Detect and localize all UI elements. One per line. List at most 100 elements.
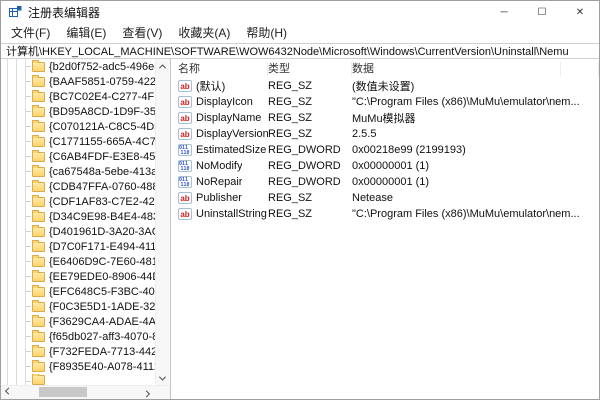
tree-item[interactable]: {CDB47FFA-0760-4888 (1, 179, 155, 194)
value-row[interactable]: DisplayName REG_SZ MuMu模拟器 (171, 110, 599, 126)
tree-item-label: {E6406D9C-7E60-4819 (49, 256, 155, 268)
address-bar[interactable]: 计算机\HKEY_LOCAL_MACHINE\SOFTWARE\WOW6432N… (1, 43, 599, 59)
folder-icon (32, 242, 45, 252)
titlebar: 注册表编辑器 ─ ☐ ✕ (1, 1, 599, 23)
menu-help[interactable]: 帮助(H) (238, 23, 295, 43)
reg-dword-icon (178, 160, 192, 172)
tree-item[interactable]: {f65db027-aff3-4070-8 (1, 329, 155, 344)
value-row[interactable]: NoModify REG_DWORD 0x00000001 (1) (171, 158, 599, 174)
registry-editor-window: 注册表编辑器 ─ ☐ ✕ 文件(F) 编辑(E) 查看(V) 收藏夹(A) 帮助… (0, 0, 600, 400)
chevron-up-icon (159, 64, 166, 71)
tree-item-label: {F3629CA4-ADAE-4A10 (49, 316, 155, 328)
tree-item-label: {ca67548a-5ebe-413a- (49, 166, 155, 178)
tree-item[interactable]: {F0C3E5D1-1ADE-321E (1, 299, 155, 314)
reg-sz-icon (178, 112, 192, 124)
value-name: (默认) (196, 78, 225, 94)
folder-icon (32, 302, 45, 312)
window-title: 注册表编辑器 (28, 4, 100, 21)
folder-icon (32, 227, 45, 237)
value-type: REG_SZ (268, 96, 352, 108)
tree-item[interactable]: {D401961D-3A20-3AC2 (1, 224, 155, 239)
main-area: {b2d0f752-adc5-496e- {BAAF5851-0759-422D… (1, 59, 599, 399)
value-data: "C:\Program Files (x86)\MuMu\emulator\ne… (352, 96, 599, 108)
value-row[interactable]: DisplayVersion REG_SZ 2.5.5 (171, 126, 599, 142)
tree-item-label: {EE79EDE0-8906-44DC (49, 271, 155, 283)
menu-file[interactable]: 文件(F) (3, 23, 58, 43)
column-header-name[interactable]: 名称 (178, 62, 268, 76)
tree-item[interactable]: {ca67548a-5ebe-413a- (1, 164, 155, 179)
tree-item[interactable]: {C6AB4FDF-E3E8-4521 (1, 149, 155, 164)
tree-item[interactable]: {F732FEDA-7713-4428- (1, 344, 155, 359)
tree-item[interactable]: {C070121A-C8C5-4D52 (1, 119, 155, 134)
value-row[interactable]: NoRepair REG_DWORD 0x00000001 (1) (171, 174, 599, 190)
value-name: DisplayIcon (196, 96, 253, 108)
horizontal-scrollbar-thumb[interactable] (39, 387, 87, 397)
folder-icon (32, 137, 45, 147)
tree-vertical-scrollbar[interactable] (155, 59, 170, 385)
reg-dword-icon (178, 176, 192, 188)
value-row[interactable]: DisplayIcon REG_SZ "C:\Program Files (x8… (171, 94, 599, 110)
column-header-type[interactable]: 类型 (268, 62, 352, 76)
chevron-down-icon (159, 373, 166, 380)
tree-item-label: {EFC648C5-F3BC-4096 (49, 286, 155, 298)
tree-item-partial[interactable] (1, 374, 155, 385)
registry-editor-icon (8, 5, 22, 19)
value-type: REG_SZ (268, 112, 352, 124)
value-row[interactable]: UninstallString REG_SZ "C:\Program Files… (171, 206, 599, 222)
value-row[interactable]: (默认) REG_SZ (数值未设置) (171, 78, 599, 94)
reg-sz-icon (178, 208, 192, 220)
close-button[interactable]: ✕ (561, 1, 599, 23)
value-data: "C:\Program Files (x86)\MuMu\emulator\ne… (352, 208, 599, 220)
menu-favorites[interactable]: 收藏夹(A) (170, 23, 238, 43)
values-pane: 名称 类型 数据 (默认) REG_SZ (数值未设置) DisplayIcon… (171, 59, 599, 399)
tree-item-label: {CDF1AF83-C7E2-427B (49, 196, 155, 208)
tree-item[interactable]: {F3629CA4-ADAE-4A10 (1, 314, 155, 329)
maximize-button[interactable]: ☐ (523, 1, 561, 23)
scroll-right-button[interactable] (139, 385, 154, 399)
tree-item[interactable]: {D7C0F171-E494-4115 (1, 239, 155, 254)
scroll-down-button[interactable] (155, 371, 170, 385)
tree-item-label: {C1771155-665A-4C7F (49, 136, 155, 148)
tree-item-label: {BC7C02E4-C277-4FDE (49, 91, 155, 103)
tree-item[interactable]: {BD95A8CD-1D9F-35A (1, 104, 155, 119)
tree-item[interactable]: {E6406D9C-7E60-4819 (1, 254, 155, 269)
tree-item-label: {C6AB4FDF-E3E8-4521 (49, 151, 155, 163)
tree-item[interactable]: {CDF1AF83-C7E2-427B (1, 194, 155, 209)
menu-edit[interactable]: 编辑(E) (58, 23, 114, 43)
value-row[interactable]: Publisher REG_SZ Netease (171, 190, 599, 206)
tree-horizontal-scrollbar[interactable] (1, 385, 170, 399)
scroll-left-button[interactable] (1, 385, 16, 399)
tree-item[interactable]: {D34C9E98-B4E4-4833 (1, 209, 155, 224)
menu-view[interactable]: 查看(V) (114, 23, 170, 43)
value-name: NoModify (196, 160, 242, 172)
chevron-left-icon (5, 387, 12, 394)
tree-item[interactable]: {EE79EDE0-8906-44DC (1, 269, 155, 284)
value-row[interactable]: EstimatedSize REG_DWORD 0x00218e99 (2199… (171, 142, 599, 158)
tree-item-label: {F732FEDA-7713-4428- (49, 346, 155, 358)
folder-icon (32, 375, 45, 385)
tree-item-label: {D401961D-3A20-3AC2 (49, 226, 155, 238)
folder-icon (32, 287, 45, 297)
tree-item-label: {C070121A-C8C5-4D52 (49, 121, 155, 133)
tree-item[interactable]: {BAAF5851-0759-422D (1, 74, 155, 89)
tree-item[interactable]: {b2d0f752-adc5-496e- (1, 59, 155, 74)
folder-icon (32, 317, 45, 327)
value-name: NoRepair (196, 176, 242, 188)
scroll-up-button[interactable] (155, 59, 170, 73)
tree-item[interactable]: {C1771155-665A-4C7F (1, 134, 155, 149)
tree-item-label: {F0C3E5D1-1ADE-321E (49, 301, 155, 313)
reg-sz-icon (178, 192, 192, 204)
tree-item-label: {CDB47FFA-0760-4888 (49, 181, 155, 193)
tree-item[interactable]: {F8935E40-A078-4112- (1, 359, 155, 374)
folder-icon (32, 107, 45, 117)
minimize-button[interactable]: ─ (485, 1, 523, 23)
tree-item-label: {BAAF5851-0759-422D (49, 76, 155, 88)
value-data: (数值未设置) (352, 78, 599, 94)
column-header-data[interactable]: 数据 (352, 62, 599, 76)
tree-item[interactable]: {BC7C02E4-C277-4FDE (1, 89, 155, 104)
value-data: MuMu模拟器 (352, 110, 599, 126)
tree-item-label: {BD95A8CD-1D9F-35A (49, 106, 155, 118)
folder-icon (32, 212, 45, 222)
tree-item[interactable]: {EFC648C5-F3BC-4096 (1, 284, 155, 299)
chevron-right-icon (143, 390, 150, 397)
